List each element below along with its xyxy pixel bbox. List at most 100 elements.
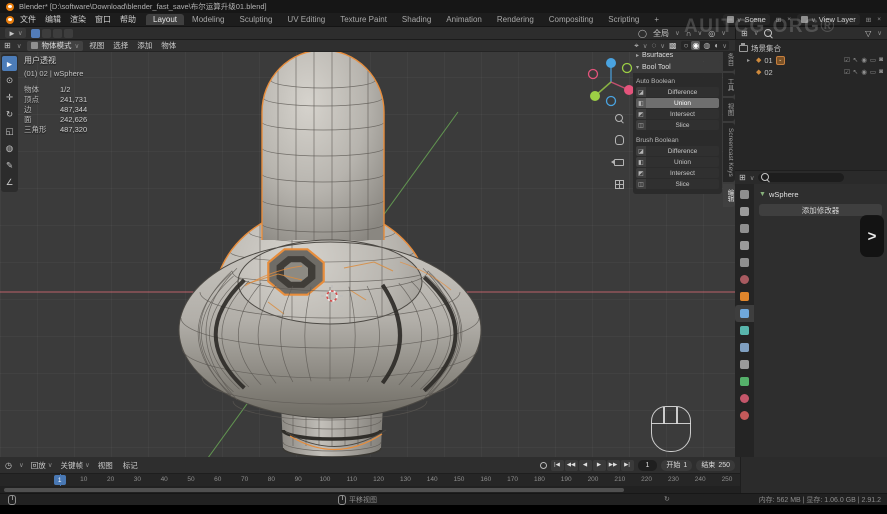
- bool-operation-button[interactable]: ◫ Slice: [636, 179, 719, 189]
- timeline-menu-item[interactable]: 视图: [98, 460, 115, 471]
- properties-tab[interactable]: [735, 237, 754, 254]
- properties-tab[interactable]: [735, 203, 754, 220]
- viewport-3d[interactable]: ⊞ ∨ 物体模式 ∨ 视图选择添加物体 ⌖ ∨ ◌ ∨ ▩ ○: [0, 40, 735, 457]
- select-mode-circle[interactable]: [53, 29, 62, 38]
- selectable-icon[interactable]: ↖: [853, 56, 858, 64]
- workspace-tab[interactable]: Shading: [395, 14, 438, 25]
- tool-button[interactable]: ⊙: [2, 73, 17, 88]
- shading-rendered-icon[interactable]: ◐: [713, 41, 720, 50]
- viewport-menu-item[interactable]: 添加: [137, 40, 152, 51]
- bool-operation-button[interactable]: ◩ Intersect: [636, 109, 719, 119]
- shading-solid-icon[interactable]: ◉: [691, 41, 700, 50]
- timeline-menu-item[interactable]: 回放 ∨: [31, 460, 53, 471]
- outliner-root-row[interactable]: 场景集合: [735, 42, 887, 54]
- transport-button[interactable]: ▶▶: [607, 460, 620, 471]
- transport-button[interactable]: |◀: [551, 460, 564, 471]
- frame-start-field[interactable]: 开始 1: [661, 460, 692, 471]
- view-layer-selector[interactable]: ∨ View Layer: [797, 14, 860, 25]
- navigation-gizmo[interactable]: [584, 54, 638, 110]
- transport-button[interactable]: ◀◀: [565, 460, 578, 471]
- pan-hand-icon[interactable]: [613, 134, 625, 146]
- proportional-edit-icon[interactable]: ◎: [708, 29, 715, 38]
- workspace-tab[interactable]: Layout: [146, 14, 184, 25]
- current-frame-field[interactable]: 1: [638, 460, 658, 471]
- sidebar-tab[interactable]: 编辑: [723, 184, 735, 207]
- menu-item[interactable]: 帮助: [120, 14, 136, 25]
- shading-material-icon[interactable]: ◍: [702, 41, 711, 50]
- sidebar-tab[interactable]: 视图: [723, 98, 735, 121]
- sidebar-tab[interactable]: Screencast Keys: [723, 123, 735, 182]
- properties-tab[interactable]: [735, 390, 754, 407]
- zoom-icon[interactable]: [613, 112, 625, 124]
- select-mode-tweak[interactable]: [31, 29, 40, 38]
- bool-operation-button[interactable]: ◧ Union: [636, 157, 719, 167]
- menu-item[interactable]: 窗口: [95, 14, 111, 25]
- bool-operation-button[interactable]: ◫ Slice: [636, 120, 719, 130]
- viewport-menu-item[interactable]: 物体: [161, 40, 176, 51]
- hide-eye-icon[interactable]: ◉: [861, 68, 867, 76]
- properties-tab[interactable]: [735, 356, 754, 373]
- workspace-tab[interactable]: Texture Paint: [333, 14, 394, 25]
- workspace-tab[interactable]: +: [647, 14, 666, 25]
- workspace-tab[interactable]: Scripting: [601, 14, 646, 25]
- workspace-tab[interactable]: UV Editing: [280, 14, 332, 25]
- viewport-menu-item[interactable]: 视图: [89, 40, 104, 51]
- new-scene-icon[interactable]: ⊞: [776, 16, 781, 24]
- tool-button[interactable]: ✛: [2, 90, 17, 105]
- camera-view-icon[interactable]: [613, 156, 625, 168]
- timeline-scrollbar[interactable]: [0, 486, 740, 493]
- xray-toggle-icon[interactable]: ▩: [669, 41, 677, 50]
- shading-wireframe-icon[interactable]: ○: [683, 41, 690, 50]
- transport-button[interactable]: ▶|: [621, 460, 634, 471]
- bool-operation-button[interactable]: ◪ Difference: [636, 87, 719, 97]
- auto-keying-icon[interactable]: [540, 462, 547, 469]
- properties-tab[interactable]: [735, 220, 754, 237]
- tool-button[interactable]: ►: [2, 56, 17, 71]
- timeline-ruler[interactable]: 0102030405060708090100110120130140150160…: [0, 473, 740, 486]
- outliner-display-mode-icon[interactable]: ⊞: [741, 29, 748, 38]
- frame-end-field[interactable]: 结束 250: [696, 460, 735, 471]
- workspace-tab[interactable]: Compositing: [542, 14, 600, 25]
- active-tool-dropdown[interactable]: ► ∨: [5, 28, 26, 38]
- properties-tab[interactable]: [735, 373, 754, 390]
- tool-button[interactable]: ◍: [2, 141, 17, 156]
- menu-item[interactable]: 渲染: [70, 14, 86, 25]
- viewport-disable-icon[interactable]: ▭: [870, 56, 876, 64]
- select-mode-lasso[interactable]: [64, 29, 73, 38]
- menu-item[interactable]: 文件: [20, 14, 36, 25]
- snap-magnet-icon[interactable]: ∩: [686, 29, 692, 38]
- transport-button[interactable]: ◀: [579, 460, 592, 471]
- transport-button[interactable]: ▶: [593, 460, 606, 471]
- properties-search[interactable]: [758, 173, 844, 182]
- editor-type-icon[interactable]: ⊞: [739, 173, 746, 182]
- bool-operation-button[interactable]: ◩ Intersect: [636, 168, 719, 178]
- timeline-editor-icon[interactable]: ◷: [5, 461, 12, 470]
- add-modifier-button[interactable]: 添加修改器: [759, 204, 882, 216]
- panel-bool-tool[interactable]: ▾ Bool Tool: [633, 62, 722, 73]
- select-mode-box[interactable]: [42, 29, 51, 38]
- toggle-ortho-icon[interactable]: [613, 178, 625, 190]
- 3d-model[interactable]: [150, 40, 510, 457]
- search-icon[interactable]: [764, 29, 773, 38]
- timeline-menu-item[interactable]: 标记: [123, 460, 140, 471]
- scrollbar-handle[interactable]: [4, 488, 624, 492]
- bool-operation-button[interactable]: ◪ Difference: [636, 146, 719, 156]
- properties-tab[interactable]: [735, 186, 754, 203]
- viewport-menu-item[interactable]: 选择: [113, 40, 128, 51]
- bool-operation-button[interactable]: ◧ Union: [636, 98, 719, 108]
- mode-dropdown[interactable]: 物体模式 ∨: [27, 41, 83, 51]
- expand-arrow-icon[interactable]: ▸: [747, 57, 753, 64]
- close-view-layer-icon[interactable]: ×: [877, 16, 881, 23]
- render-disable-icon[interactable]: ◙: [879, 68, 883, 76]
- scene-selector[interactable]: ∨ Scene: [723, 14, 770, 25]
- tool-button[interactable]: ∠: [2, 175, 17, 190]
- sidebar-tab[interactable]: 工具: [723, 73, 735, 96]
- overlays-toggle-icon[interactable]: ◌: [651, 41, 656, 50]
- hide-eye-icon[interactable]: ◉: [861, 56, 867, 64]
- editor-type-icon[interactable]: ⊞: [4, 41, 11, 50]
- properties-tab[interactable]: [735, 271, 754, 288]
- viewport-disable-icon[interactable]: ▭: [870, 68, 876, 76]
- properties-tab[interactable]: [735, 288, 754, 305]
- selectable-icon[interactable]: ↖: [853, 68, 858, 76]
- properties-tab[interactable]: [735, 254, 754, 271]
